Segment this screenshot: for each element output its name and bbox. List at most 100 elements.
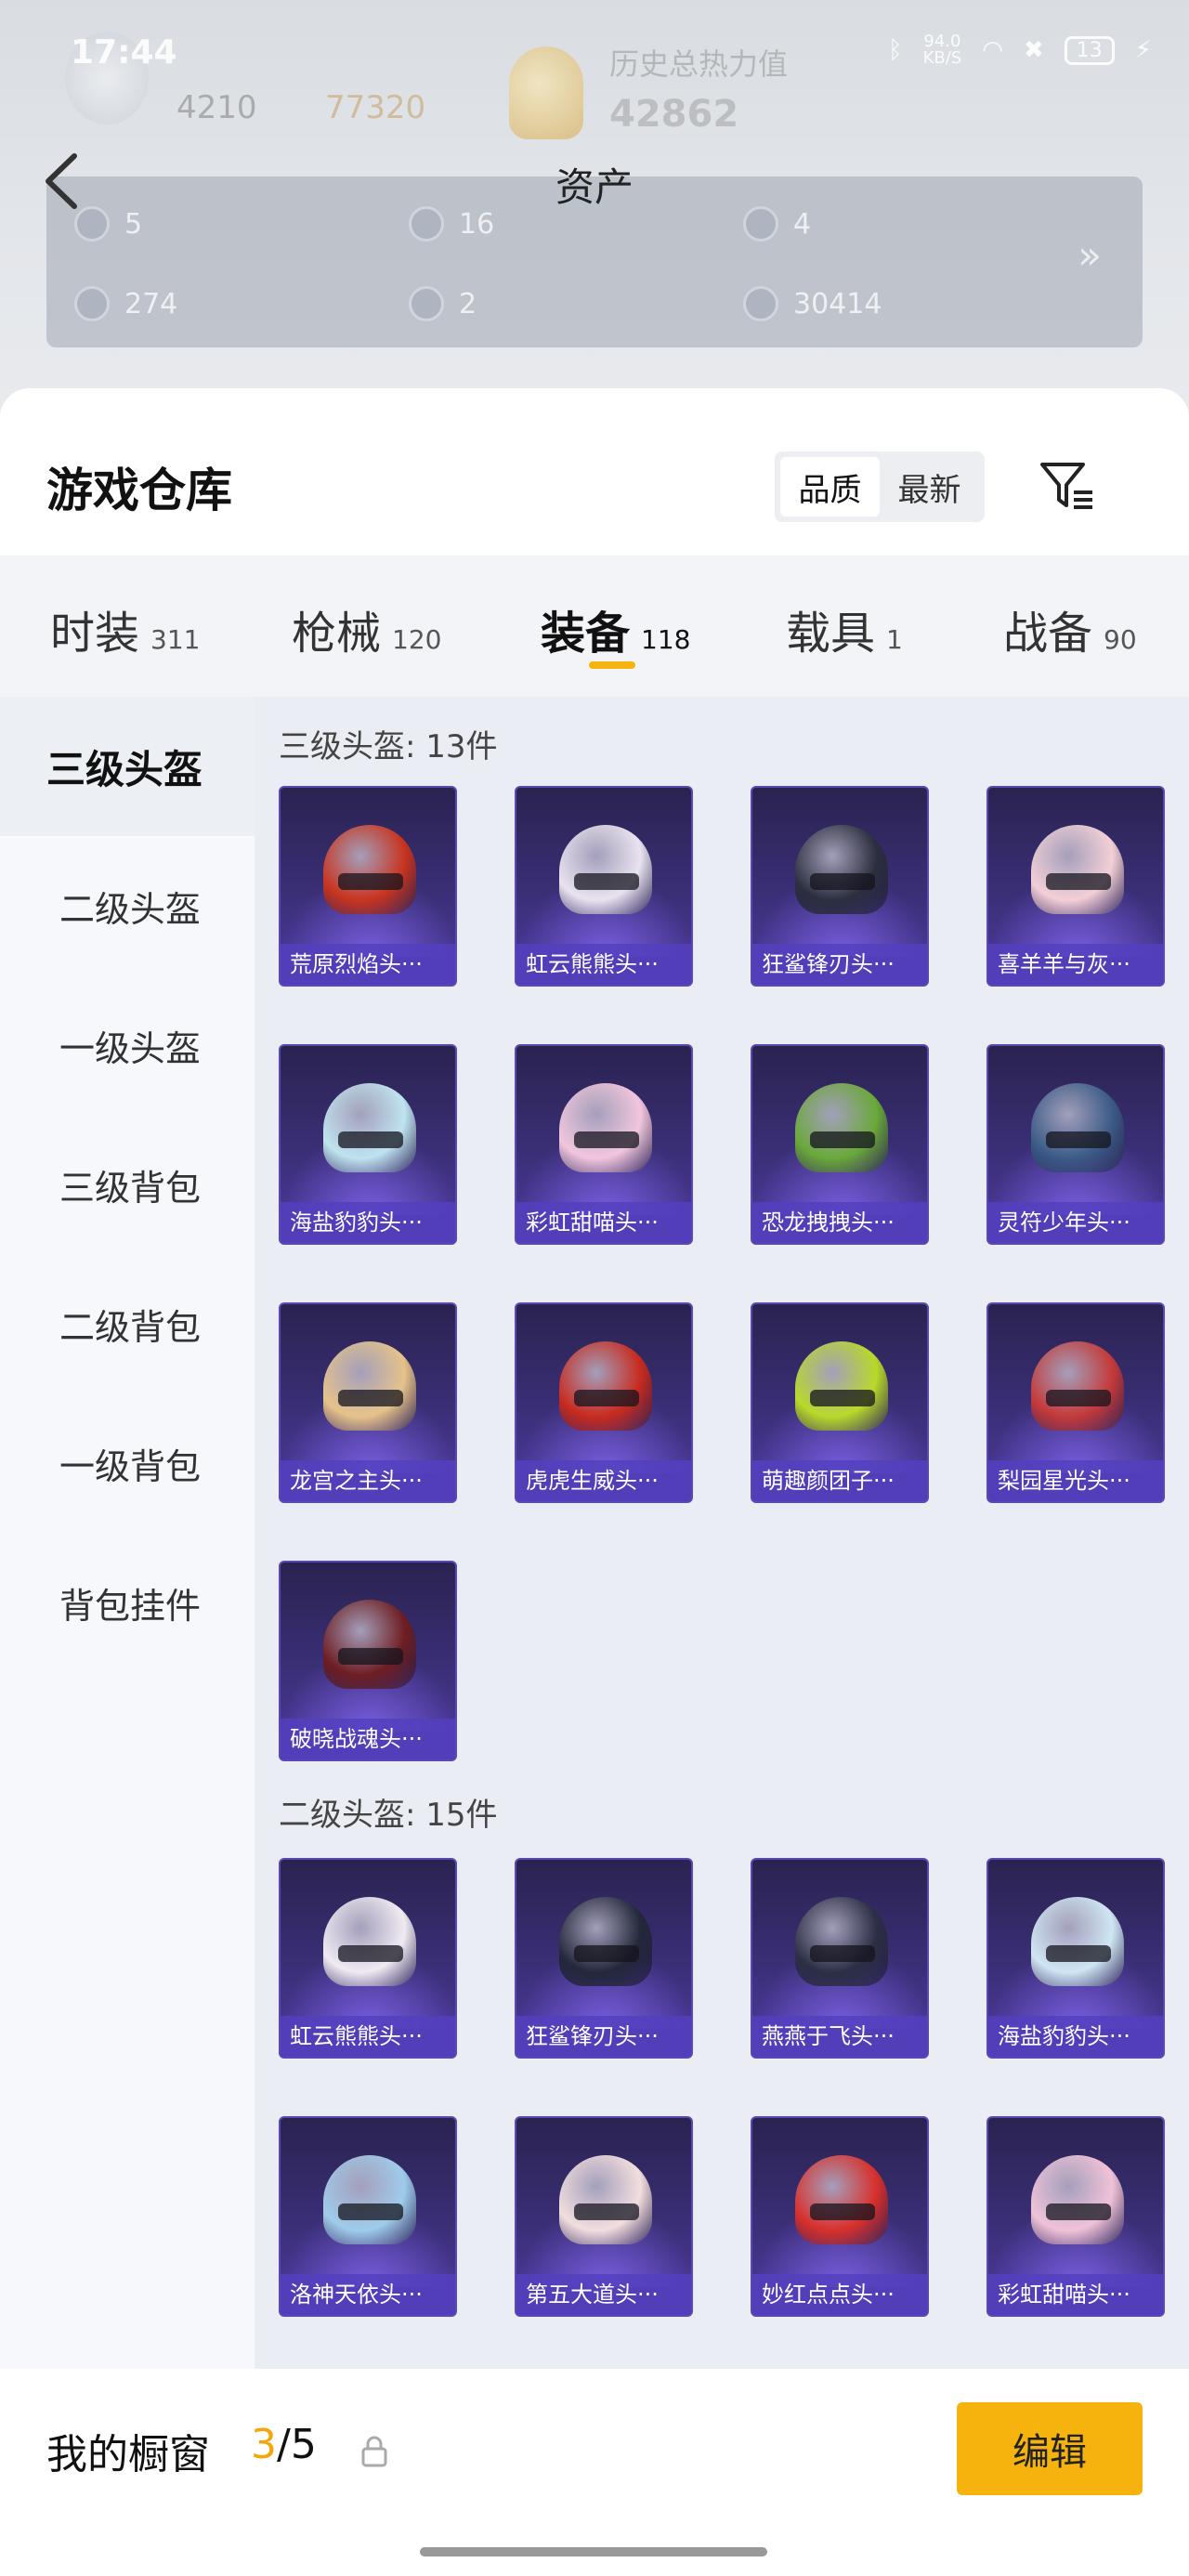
item-name: 梨园星光头··· bbox=[988, 1460, 1163, 1501]
battery-icon: 13 bbox=[1064, 35, 1115, 65]
item-name: 恐龙拽拽头··· bbox=[752, 1202, 927, 1243]
sidebar-item-level2-backpack[interactable]: 二级背包 bbox=[0, 1254, 255, 1393]
item-name: 虎虎生威头··· bbox=[516, 1460, 691, 1501]
helmet-icon bbox=[795, 825, 888, 914]
item-name: 狂鲨锋刃头··· bbox=[516, 2016, 691, 2057]
showcase-title: 我的橱窗 bbox=[46, 2431, 210, 2478]
visor-shape bbox=[574, 1945, 639, 1962]
helmet-icon bbox=[559, 1083, 652, 1172]
visor-shape bbox=[1046, 1945, 1111, 1962]
visor-shape bbox=[338, 1131, 403, 1148]
item-card[interactable]: 虎虎生威头··· bbox=[515, 1302, 693, 1503]
tab-firearms[interactable]: 枪械 120 bbox=[292, 596, 441, 661]
visor-shape bbox=[338, 1648, 403, 1665]
heat-trophy-icon bbox=[509, 46, 583, 139]
item-card[interactable]: 海盐豹豹头··· bbox=[279, 1044, 457, 1245]
item-card[interactable]: 燕燕于飞头··· bbox=[751, 1858, 929, 2059]
active-tab-indicator bbox=[589, 661, 635, 669]
showcase-bar: 我的橱窗 3/5 编辑 bbox=[0, 2369, 1189, 2576]
item-name: 萌趣颜团子··· bbox=[752, 1460, 927, 1501]
sidebar-item-level1-backpack[interactable]: 一级背包 bbox=[0, 1393, 255, 1533]
item-name: 燕燕于飞头··· bbox=[752, 2016, 927, 2057]
item-card[interactable]: 彩虹甜喵头··· bbox=[515, 1044, 693, 1245]
asset-item: 2 bbox=[409, 286, 477, 321]
visor-shape bbox=[574, 873, 639, 890]
status-icons: ᛒ 94.0 KB/S ◠ ✖ 13 ⚡ bbox=[888, 33, 1152, 67]
lock-icon bbox=[361, 2436, 387, 2467]
tab-supplies[interactable]: 战备 90 bbox=[1003, 596, 1137, 661]
item-card[interactable]: 虹云熊熊头··· bbox=[515, 786, 693, 987]
visor-shape bbox=[1046, 1390, 1111, 1406]
sidebar-item-level2-helmet[interactable]: 二级头盔 bbox=[0, 836, 255, 975]
helmet-icon bbox=[323, 1600, 416, 1689]
edit-button[interactable]: 编辑 bbox=[957, 2402, 1143, 2495]
item-card[interactable]: 海盐豹豹头··· bbox=[986, 1858, 1165, 2059]
item-name: 灵符少年头··· bbox=[988, 1202, 1163, 1243]
visor-shape bbox=[1046, 2203, 1111, 2220]
item-card[interactable]: 狂鲨锋刃头··· bbox=[515, 1858, 693, 2059]
helmet-icon bbox=[795, 1341, 888, 1431]
helmet-icon bbox=[795, 2155, 888, 2244]
visor-shape bbox=[1046, 1131, 1111, 1148]
sidebar-item-level3-backpack[interactable]: 三级背包 bbox=[0, 1115, 255, 1254]
visor-shape bbox=[574, 1131, 639, 1148]
item-card[interactable]: 洛神天依头··· bbox=[279, 2116, 457, 2317]
helmet-icon bbox=[559, 825, 652, 914]
item-name: 龙宫之主头··· bbox=[281, 1460, 455, 1501]
item-card[interactable]: 恐龙拽拽头··· bbox=[751, 1044, 929, 1245]
item-card[interactable]: 虹云熊熊头··· bbox=[279, 1858, 457, 2059]
helmet-icon bbox=[323, 1341, 416, 1431]
item-card[interactable]: 龙宫之主头··· bbox=[279, 1302, 457, 1503]
item-name: 虹云熊熊头··· bbox=[281, 2016, 455, 2057]
net-speed: 94.0 KB/S bbox=[922, 32, 962, 68]
helmet-icon bbox=[323, 825, 416, 914]
visor-shape bbox=[338, 2203, 403, 2220]
helmet-icon bbox=[795, 1083, 888, 1172]
sort-toggle: 品质 最新 bbox=[775, 451, 985, 522]
filter-icon[interactable] bbox=[1037, 455, 1096, 515]
visor-shape bbox=[1046, 873, 1111, 890]
sidebar-item-level1-helmet[interactable]: 一级头盔 bbox=[0, 975, 255, 1115]
item-card[interactable]: 破晓战魂头··· bbox=[279, 1561, 457, 1761]
bluetooth-icon: ᛒ bbox=[887, 36, 903, 64]
sort-latest-button[interactable]: 最新 bbox=[880, 457, 979, 517]
sidebar-item-backpack-charm[interactable]: 背包挂件 bbox=[0, 1533, 255, 1672]
tab-vehicles[interactable]: 载具 1 bbox=[786, 596, 903, 661]
asset-icon bbox=[74, 286, 110, 321]
sort-quality-button[interactable]: 品质 bbox=[780, 457, 880, 517]
category-tabs: 时装 311 枪械 120 装备 118 载具 1 战备 90 bbox=[0, 556, 1189, 713]
home-indicator[interactable] bbox=[420, 2547, 767, 2556]
helmet-icon bbox=[795, 1897, 888, 1986]
item-card[interactable]: 萌趣颜团子··· bbox=[751, 1302, 929, 1503]
helmet-icon bbox=[559, 2155, 652, 2244]
tab-equipment[interactable]: 装备 118 bbox=[541, 596, 690, 661]
item-name: 喜羊羊与灰··· bbox=[988, 944, 1163, 985]
chevron-right-icon[interactable]: » bbox=[1078, 232, 1102, 278]
visor-shape bbox=[810, 873, 875, 890]
item-card[interactable]: 灵符少年头··· bbox=[986, 1044, 1165, 1245]
sidebar-item-level3-helmet[interactable]: 三级头盔 bbox=[0, 697, 255, 836]
item-card[interactable]: 彩虹甜喵头··· bbox=[986, 2116, 1165, 2317]
item-name: 虹云熊熊头··· bbox=[516, 944, 691, 985]
item-card[interactable]: 妙红点点头··· bbox=[751, 2116, 929, 2317]
subcategory-sidebar: 三级头盔 二级头盔 一级头盔 三级背包 二级背包 一级背包 背包挂件 bbox=[0, 697, 255, 2369]
tab-fashion[interactable]: 时装 311 bbox=[50, 596, 200, 661]
status-time: 17:44 bbox=[71, 33, 177, 72]
visor-shape bbox=[338, 1390, 403, 1406]
showcase-count: 3/5 bbox=[251, 2421, 317, 2468]
sheet-header: 游戏仓库 品质 最新 bbox=[0, 388, 1189, 556]
profile-stat-2: 77320 bbox=[325, 89, 426, 126]
section-title: 三级头盔: 13件 bbox=[279, 728, 498, 765]
visor-shape bbox=[574, 2203, 639, 2220]
item-card[interactable]: 第五大道头··· bbox=[515, 2116, 693, 2317]
item-name: 海盐豹豹头··· bbox=[281, 1202, 455, 1243]
wifi-icon: ◠ bbox=[982, 36, 1003, 64]
item-card[interactable]: 梨园星光头··· bbox=[986, 1302, 1165, 1503]
item-card[interactable]: 喜羊羊与灰··· bbox=[986, 786, 1165, 987]
item-card[interactable]: 荒原烈焰头··· bbox=[279, 786, 457, 987]
item-card[interactable]: 狂鲨锋刃头··· bbox=[751, 786, 929, 987]
charging-icon: ⚡ bbox=[1134, 36, 1152, 64]
notification-icon: ✖ bbox=[1023, 36, 1044, 64]
background-header: 17:44 ᛒ 94.0 KB/S ◠ ✖ 13 ⚡ 4210 77320 历史总… bbox=[0, 0, 1189, 409]
helmet-icon bbox=[559, 1897, 652, 1986]
